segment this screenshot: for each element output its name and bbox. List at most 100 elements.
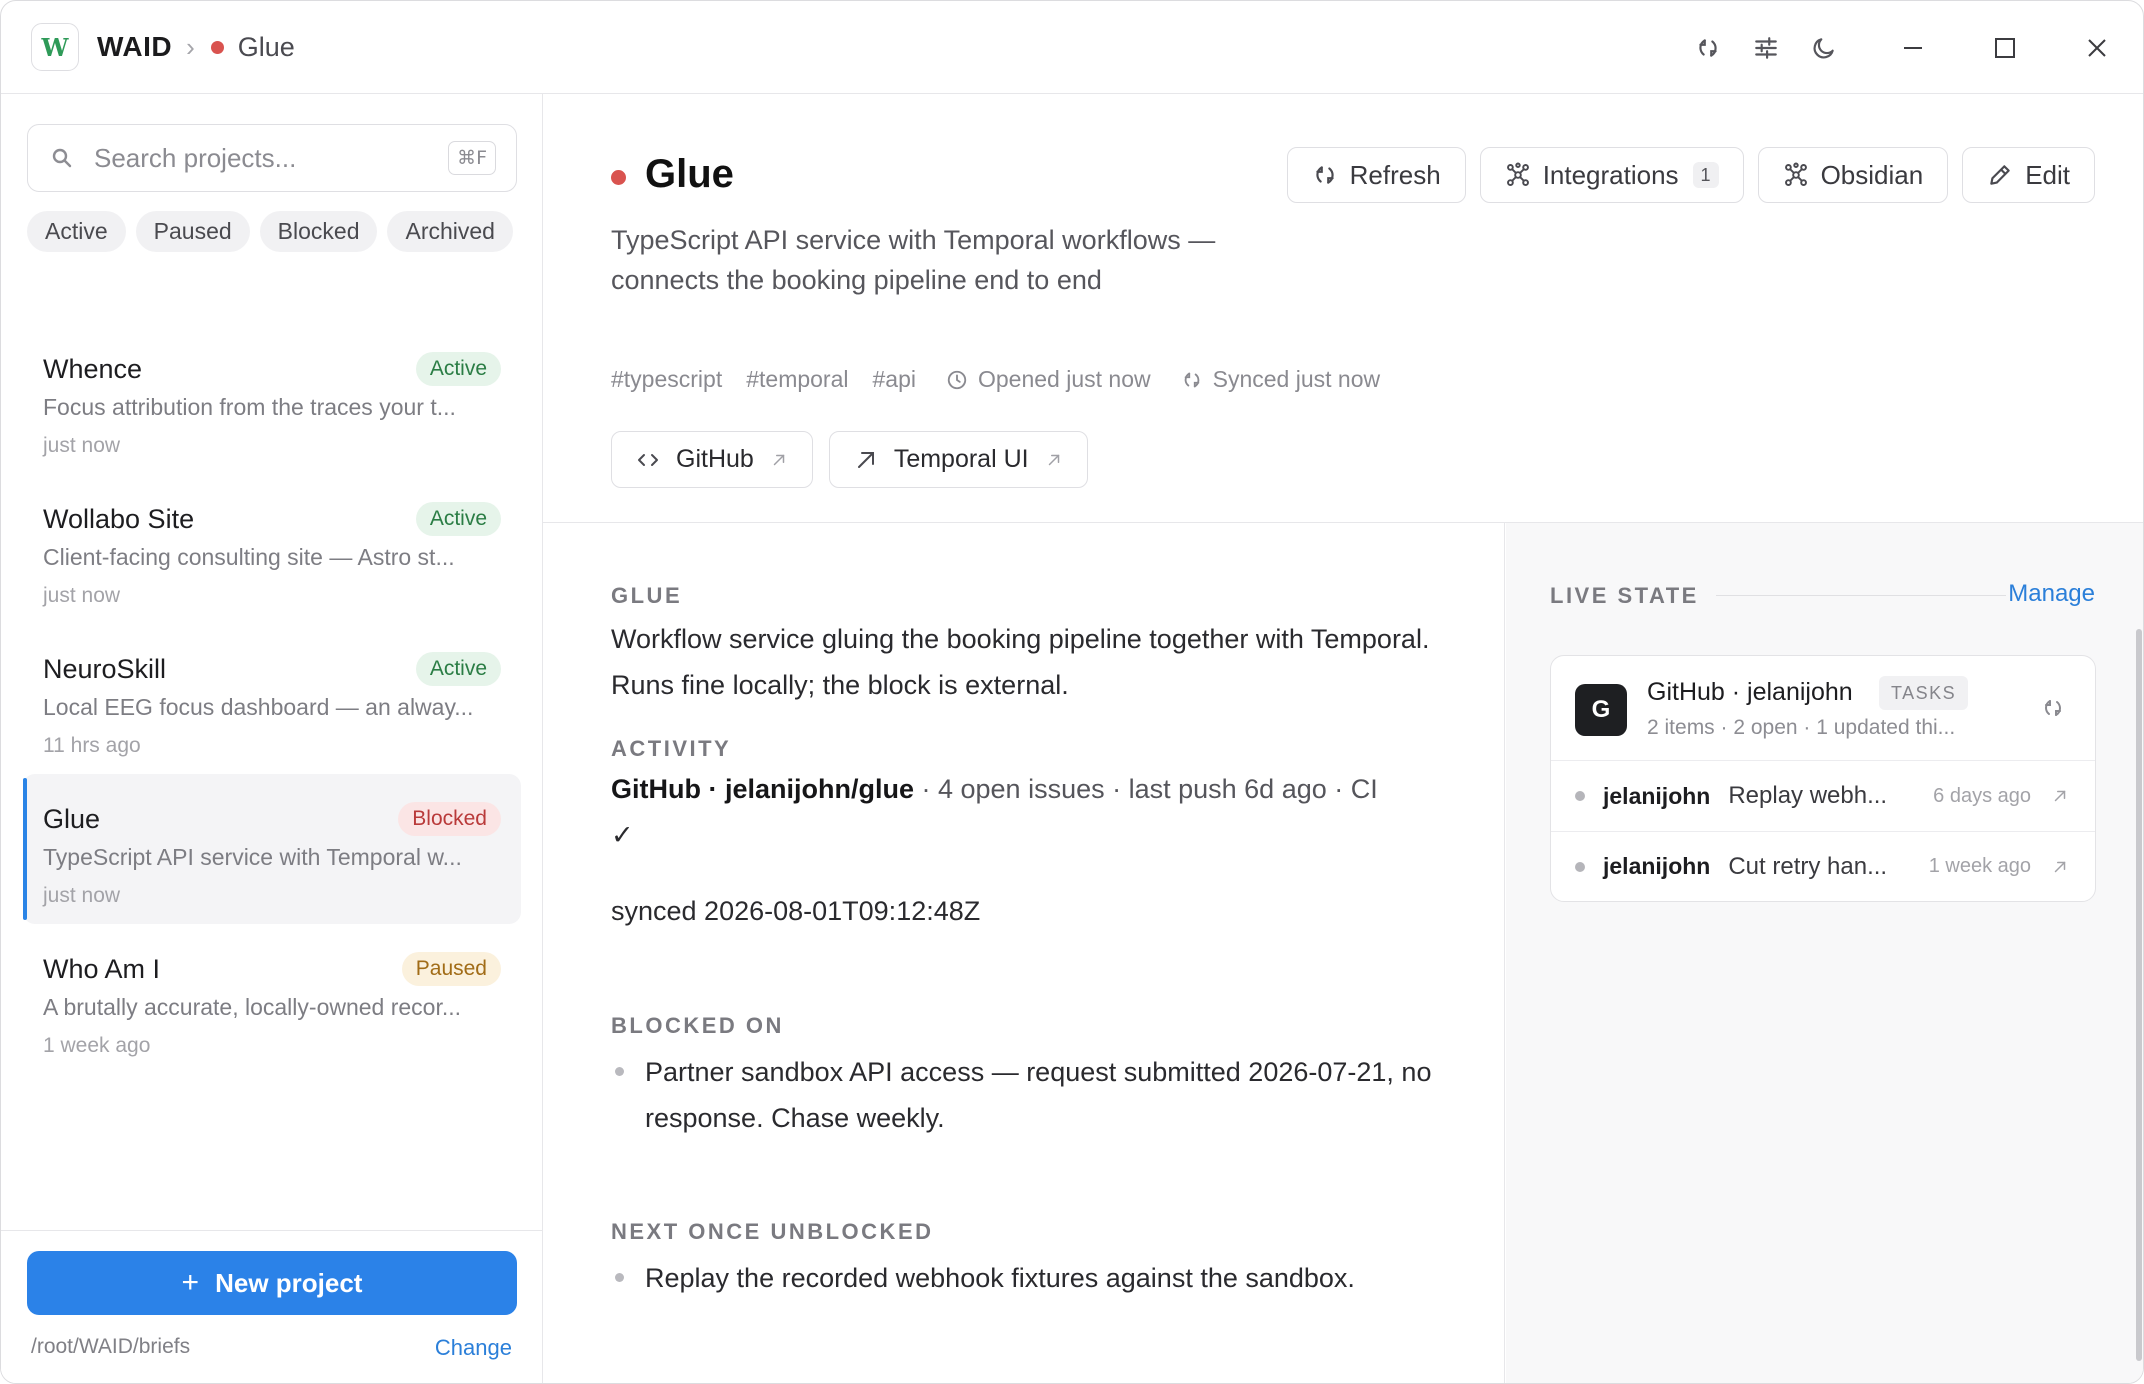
activity-synced: synced 2026-08-01T09:12:48Z [611, 896, 981, 926]
next-item: Replay the recorded webhook fixtures aga… [611, 1255, 1451, 1301]
search-input[interactable] [94, 142, 424, 174]
sync-icon[interactable] [2041, 696, 2065, 720]
divider [1716, 595, 2006, 596]
edit-label: Edit [2025, 159, 2070, 190]
integration-summary: 2 items · 2 open · 1 updated thi... [1647, 716, 1956, 739]
filter-paused[interactable]: Paused [135, 211, 250, 252]
integrations-button[interactable]: Integrations 1 [1479, 147, 1744, 203]
project-description: Client-facing consulting site — Astro st… [43, 544, 455, 570]
integrations-count: 1 [1692, 162, 1719, 188]
task-item[interactable]: jelanijohn Cut retry han... 1 week ago [1551, 831, 2095, 901]
chevron-right-icon: › [186, 31, 195, 62]
project-timestamp: just now [43, 884, 121, 907]
opened-meta: Opened just now [946, 366, 1151, 393]
synced-meta: Synced just now [1181, 366, 1380, 393]
project-timestamp: 11 hrs ago [43, 734, 141, 757]
external-link-icon[interactable] [2051, 787, 2069, 805]
close-icon[interactable] [2051, 1, 2143, 94]
status-badge: Active [415, 652, 501, 686]
temporal-ui-link[interactable]: Temporal UI [828, 431, 1088, 488]
moon-icon[interactable] [1795, 19, 1853, 77]
clock-icon [947, 370, 967, 389]
project-item-who-am-i[interactable]: Who Am I Paused A brutally accurate, loc… [23, 924, 521, 1074]
blocked-item: Partner sandbox API access — request sub… [611, 1049, 1451, 1141]
task-dot [1575, 791, 1585, 801]
sidebar-footer: + New project /root/WAID/briefs Change [1, 1230, 542, 1383]
status-filters: Active Paused Blocked Archived [27, 211, 527, 252]
link-label: Temporal UI [893, 445, 1029, 473]
app-title[interactable]: WAID [97, 31, 172, 63]
minimize-icon[interactable] [1867, 1, 1959, 94]
project-description: Focus attribution from the traces your t… [43, 394, 456, 420]
briefs-path: /root/WAID/briefs [31, 1335, 191, 1358]
filter-active[interactable]: Active [27, 211, 126, 252]
project-description: TypeScript API service with Temporal wor… [611, 225, 1216, 295]
project-list: Whence Active Focus attribution from the… [23, 324, 521, 1074]
project-description: Local EEG focus dashboard — an alway... [43, 694, 474, 720]
new-project-label: New project [215, 1267, 363, 1298]
project-item-glue[interactable]: Glue Blocked TypeScript API service with… [23, 774, 521, 924]
tasks-badge: TASKS [1879, 676, 1969, 710]
project-description: TypeScript API service with Temporal w..… [43, 844, 462, 870]
activity-detail: · 4 open issues · last push 6d ago · CI [914, 774, 1378, 804]
section-heading-blocked-on: BLOCKED ON [611, 1013, 784, 1038]
section-heading-next: NEXT ONCE UNBLOCKED [611, 1219, 934, 1244]
filter-blocked[interactable]: Blocked [259, 211, 378, 252]
header-actions: Refresh Integrations 1 Obsidian Edit [1273, 147, 2095, 203]
manage-link[interactable]: Manage [2008, 580, 2095, 608]
tag[interactable]: #typescript [611, 366, 722, 393]
section-heading-activity: ACTIVITY [611, 736, 732, 761]
opened-text: Opened just now [977, 366, 1151, 392]
tag[interactable]: #api [873, 366, 916, 393]
task-author: jelanijohn [1603, 782, 1711, 809]
filter-archived[interactable]: Archived [387, 211, 513, 252]
project-name: Who Am I [43, 954, 161, 984]
page-title: Glue [645, 152, 734, 196]
tag[interactable]: #temporal [746, 366, 848, 393]
new-project-button[interactable]: + New project [27, 1251, 517, 1315]
project-description: A brutally accurate, locally-owned recor… [43, 994, 462, 1020]
check-icon: ✓ [611, 820, 634, 850]
obsidian-button[interactable]: Obsidian [1757, 147, 1949, 203]
activity-text: GitHub · jelanijohn/glue · 4 open issues… [611, 766, 1431, 858]
obsidian-label: Obsidian [1820, 159, 1924, 190]
link-label: GitHub [676, 445, 754, 473]
activity-source: GitHub · jelanijohn/glue [611, 774, 914, 804]
code-icon [638, 453, 658, 466]
scrollbar[interactable] [2136, 629, 2142, 1361]
project-item-whence[interactable]: Whence Active Focus attribution from the… [23, 324, 521, 474]
refresh-button[interactable]: Refresh [1286, 147, 1466, 203]
sliders-icon[interactable] [1737, 19, 1795, 77]
app-logo: W [31, 23, 79, 71]
shortcut-hint: ⌘F [448, 141, 496, 175]
sidebar: ⌘F Active Paused Blocked Archived Whence… [1, 94, 543, 1383]
project-header: Glue TypeScript API service with Tempora… [543, 94, 2143, 523]
task-time: 1 week ago [1928, 855, 2031, 877]
project-item-wollabo-site[interactable]: Wollabo Site Active Client-facing consul… [23, 474, 521, 624]
edit-button[interactable]: Edit [1962, 147, 2095, 203]
status-badge: Active [415, 352, 501, 386]
github-link[interactable]: GitHub [611, 431, 813, 488]
project-name: Whence [43, 354, 143, 384]
title-bar: W WAID › Glue [1, 1, 2143, 94]
search-box[interactable]: ⌘F [27, 124, 517, 192]
search-icon [52, 148, 72, 168]
project-name: Wollabo Site [43, 504, 195, 534]
sync-icon[interactable] [1679, 19, 1737, 77]
project-links: GitHub Temporal UI [611, 431, 1104, 488]
project-item-neuroskill[interactable]: NeuroSkill Active Local EEG focus dashbo… [23, 624, 521, 774]
maximize-icon[interactable] [1959, 1, 2051, 94]
task-author: jelanijohn [1603, 853, 1711, 879]
task-item[interactable]: jelanijohn Replay webh... 6 days ago [1551, 761, 2095, 831]
change-path-link[interactable]: Change [435, 1335, 512, 1361]
external-link-icon[interactable] [2051, 858, 2069, 876]
task-title: Cut retry han... [1728, 852, 1888, 880]
main-panel: Glue TypeScript API service with Tempora… [543, 94, 2143, 1383]
integration-card-header[interactable]: G GitHub · jelanijohn TASKS 2 items · 2 … [1551, 656, 2095, 761]
refresh-label: Refresh [1349, 159, 1441, 190]
titlebar-controls [1679, 1, 2143, 94]
task-dot [1575, 861, 1585, 872]
task-title: Replay webh... [1728, 782, 1888, 809]
status-badge: Paused [401, 952, 501, 986]
pencil-icon [1990, 165, 2010, 185]
